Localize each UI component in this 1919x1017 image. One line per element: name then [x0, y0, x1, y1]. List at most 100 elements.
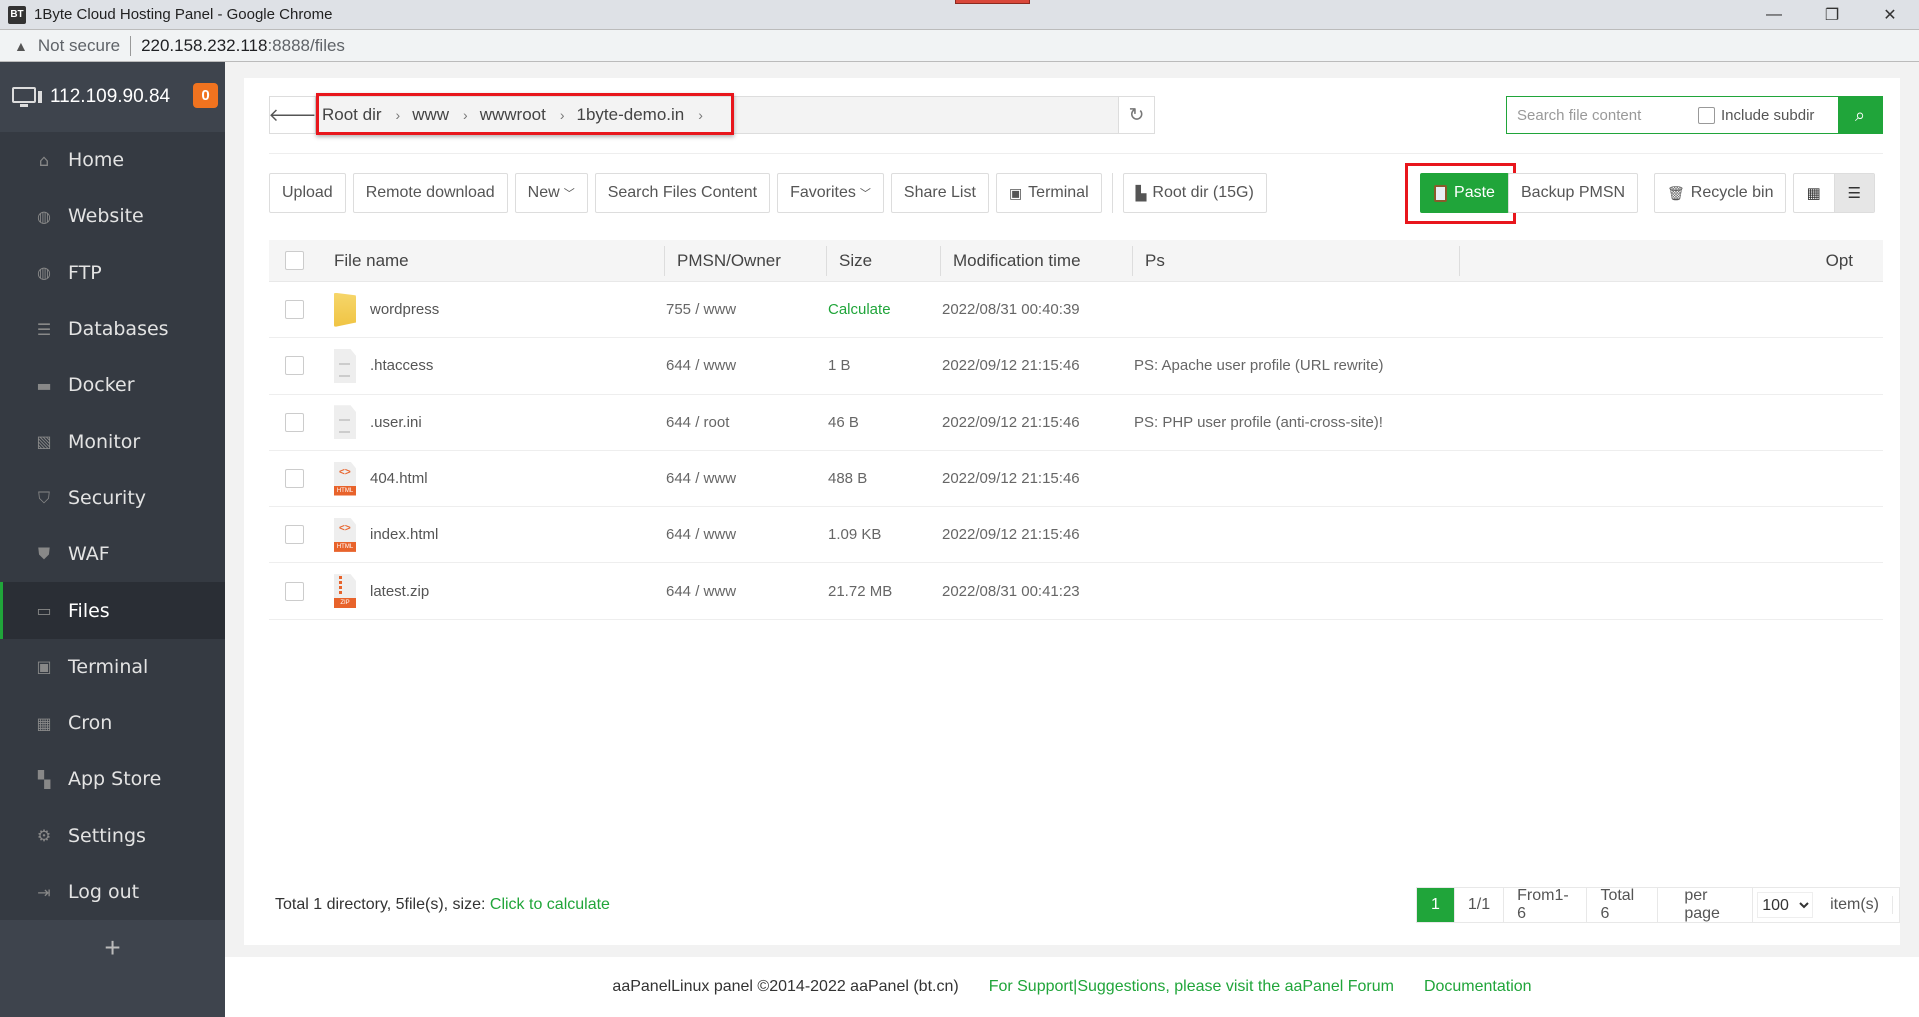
root-dir-disk-button[interactable]: ▙ Root dir (15G): [1122, 173, 1267, 213]
file-permission[interactable]: 755 / www: [664, 301, 826, 318]
chevron-right-icon[interactable]: ›: [463, 107, 468, 123]
search-input[interactable]: [1507, 97, 1687, 133]
row-checkbox[interactable]: [285, 356, 304, 376]
header-file-name[interactable]: File name: [334, 251, 664, 271]
table-row[interactable]: wordpress 755 / www Calculate 2022/08/31 00…: [269, 282, 1883, 339]
minimize-button[interactable]: —: [1745, 0, 1803, 29]
chevron-down-icon: ﹀: [859, 188, 871, 200]
search-button[interactable]: ⌕: [1838, 97, 1882, 133]
header-modification-time[interactable]: Modification time: [940, 245, 1132, 276]
remote-download-button[interactable]: Remote download: [352, 173, 508, 213]
file-permission[interactable]: 644 / www: [664, 357, 826, 374]
file-name[interactable]: wordpress: [370, 301, 439, 318]
file-ps-note[interactable]: PS: PHP user profile (anti-cross-site)!: [1132, 414, 1883, 431]
chevron-right-icon[interactable]: ›: [698, 107, 703, 123]
sidebar-item-log-out[interactable]: ⇥ Log out: [0, 864, 225, 920]
refresh-button[interactable]: ↻: [1118, 97, 1154, 133]
file-size: 21.72 MB: [828, 582, 893, 600]
sidebar-item-cron[interactable]: ▦ Cron: [0, 695, 225, 751]
favorites-dropdown-button[interactable]: Favorites ﹀: [777, 173, 884, 213]
breadcrumb[interactable]: Root dir › www › wwwroot › 1byte-demo.in ›: [316, 93, 1118, 135]
page-scrollbar[interactable]: [1900, 62, 1919, 957]
sidebar-item-terminal[interactable]: ▣ Terminal: [0, 639, 225, 695]
file-name[interactable]: 404.html: [370, 470, 428, 487]
per-page-select[interactable]: 100: [1757, 892, 1814, 918]
sidebar-item-ftp[interactable]: ◍ FTP: [0, 245, 225, 301]
file-permission[interactable]: 644 / www: [664, 470, 826, 487]
file-name[interactable]: index.html: [370, 526, 438, 543]
include-subdir-toggle[interactable]: Include subdir: [1698, 106, 1815, 124]
row-checkbox[interactable]: [285, 300, 304, 320]
sidebar-item-website[interactable]: ◍ Website: [0, 188, 225, 244]
select-all-checkbox[interactable]: [285, 251, 304, 270]
support-forum-link[interactable]: For Support|Suggestions, please visit th…: [989, 978, 1394, 996]
breadcrumb-item[interactable]: Root dir: [322, 105, 382, 125]
backup-pmsn-button[interactable]: Backup PMSN: [1508, 173, 1639, 213]
close-button[interactable]: ✕: [1861, 0, 1919, 29]
upload-button[interactable]: Upload: [269, 173, 346, 213]
file-permission[interactable]: 644 / www: [664, 583, 826, 600]
table-row[interactable]: <> HTML 404.html 644 / www 488 B 2022/09/12 2…: [269, 451, 1883, 508]
terminal-icon: ▣: [36, 657, 52, 677]
file-size: 46 B: [828, 413, 859, 431]
shield-icon: ⛉: [37, 487, 50, 507]
back-button[interactable]: 🡐: [268, 97, 317, 133]
sidebar-item-security[interactable]: ⛉ Security: [0, 470, 225, 526]
sidebar-item-databases[interactable]: ☰ Databases: [0, 301, 225, 357]
calculate-size-link[interactable]: Click to calculate: [490, 896, 610, 913]
sidebar-item-monitor[interactable]: ▧ Monitor: [0, 413, 225, 469]
table-row[interactable]: <> HTML index.html 644 / www 1.09 KB 2022/09/…: [269, 507, 1883, 564]
terminal-button[interactable]: ▣ Terminal: [995, 173, 1102, 213]
row-checkbox[interactable]: [285, 525, 304, 545]
chevron-right-icon[interactable]: ›: [396, 107, 401, 123]
add-menu-button[interactable]: +: [0, 920, 225, 975]
url-path[interactable]: :8888/files: [267, 36, 345, 56]
file-name[interactable]: .htaccess: [370, 357, 433, 374]
share-list-button[interactable]: Share List: [890, 173, 989, 213]
security-label[interactable]: Not secure: [38, 36, 120, 56]
html-file-icon: <> HTML: [334, 517, 356, 552]
sidebar-item-settings[interactable]: ⚙ Settings: [0, 808, 225, 864]
list-view-button[interactable]: ☰: [1833, 174, 1874, 212]
table-row[interactable]: .htaccess 644 / www 1 B 2022/09/12 21:15:46…: [269, 338, 1883, 395]
sidebar-item-app-store[interactable]: ▚ App Store: [0, 751, 225, 807]
calculate-size-link[interactable]: Calculate: [826, 301, 940, 318]
sidebar-item-waf[interactable]: ⛊ WAF: [0, 526, 225, 582]
chevron-right-icon[interactable]: ›: [560, 107, 565, 123]
include-subdir-checkbox[interactable]: [1698, 106, 1715, 124]
per-page-control: per page 100 item(s): [1658, 887, 1899, 923]
sidebar-item-label: Website: [68, 205, 144, 228]
breadcrumb-item[interactable]: 1byte-demo.in: [577, 105, 685, 125]
search-files-content-button[interactable]: Search Files Content: [594, 173, 771, 213]
row-checkbox[interactable]: [285, 412, 304, 432]
restore-button[interactable]: ❐: [1803, 0, 1861, 29]
documentation-link[interactable]: Documentation: [1424, 978, 1532, 996]
notification-badge[interactable]: 0: [193, 83, 218, 108]
row-checkbox[interactable]: [285, 469, 304, 489]
file-permission[interactable]: 644 / root: [664, 414, 826, 431]
breadcrumb-item[interactable]: wwwroot: [480, 105, 546, 125]
file-permission[interactable]: 644 / www: [664, 526, 826, 543]
include-subdir-label: Include subdir: [1721, 106, 1815, 124]
warning-icon[interactable]: ▲: [14, 38, 28, 54]
recycle-bin-button[interactable]: 🗑 Recycle bin: [1654, 173, 1787, 213]
file-name[interactable]: .user.ini: [370, 414, 422, 431]
page-current[interactable]: 1: [1417, 888, 1455, 922]
new-dropdown-button[interactable]: New ﹀: [514, 173, 588, 213]
table-row[interactable]: ZIP latest.zip 644 / www 21.72 MB 2022/08/31…: [269, 563, 1883, 620]
table-row[interactable]: .user.ini 644 / root 46 B 2022/09/12 21:15:…: [269, 395, 1883, 451]
breadcrumb-item[interactable]: www: [412, 105, 449, 125]
sidebar-item-home[interactable]: ⌂ Home: [0, 132, 225, 188]
header-size[interactable]: Size: [826, 245, 940, 276]
file-name[interactable]: latest.zip: [370, 583, 429, 600]
url-host[interactable]: 220.158.232.118: [141, 36, 267, 56]
chevron-down-icon: ﹀: [563, 188, 575, 200]
row-checkbox[interactable]: [285, 581, 304, 601]
grid-view-button[interactable]: ▦: [1794, 174, 1834, 212]
paste-button[interactable]: Paste: [1420, 173, 1509, 213]
sidebar-item-files[interactable]: ▭ Files: [0, 582, 225, 639]
address-bar[interactable]: ▲ Not secure 220.158.232.118:8888/files: [0, 29, 1919, 62]
sidebar-item-docker[interactable]: ▬ Docker: [0, 357, 225, 413]
header-permission[interactable]: PMSN/Owner: [664, 245, 826, 276]
file-ps-note[interactable]: PS: Apache user profile (URL rewrite): [1132, 357, 1883, 374]
